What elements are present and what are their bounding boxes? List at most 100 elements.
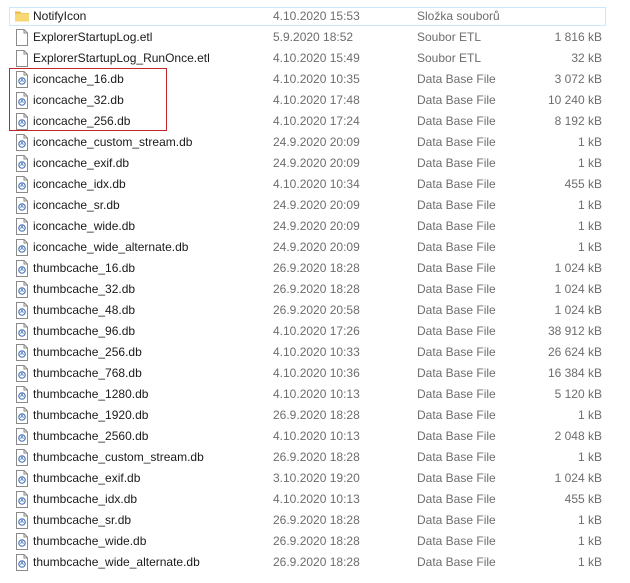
file-size: 3 072 kB xyxy=(554,72,602,86)
file-row[interactable]: iconcache_sr.db 24.9.2020 20:09 Data Bas… xyxy=(0,195,630,216)
file-name[interactable]: iconcache_custom_stream.db xyxy=(33,132,192,153)
file-type: Data Base File xyxy=(417,261,496,275)
database-file-icon xyxy=(14,323,30,340)
file-size: 5 120 kB xyxy=(554,387,602,401)
file-type: Data Base File xyxy=(417,240,496,254)
file-name[interactable]: thumbcache_16.db xyxy=(33,258,135,279)
file-row[interactable]: thumbcache_48.db 26.9.2020 20:58 Data Ba… xyxy=(0,300,630,321)
file-date-modified: 24.9.2020 20:09 xyxy=(273,198,360,212)
file-name[interactable]: iconcache_32.db xyxy=(33,90,124,111)
file-row[interactable]: NotifyIcon 4.10.2020 15:53 Složka soubor… xyxy=(0,6,630,27)
database-file-icon xyxy=(14,470,30,487)
file-name[interactable]: iconcache_16.db xyxy=(33,69,124,90)
file-row[interactable]: iconcache_custom_stream.db 24.9.2020 20:… xyxy=(0,132,630,153)
database-file-icon xyxy=(14,218,30,235)
file-row[interactable]: thumbcache_2560.db 4.10.2020 10:13 Data … xyxy=(0,426,630,447)
database-file-icon xyxy=(14,197,30,214)
file-size: 1 816 kB xyxy=(554,30,602,44)
database-file-icon xyxy=(14,386,30,403)
file-row[interactable]: ExplorerStartupLog.etl 5.9.2020 18:52 So… xyxy=(0,27,630,48)
file-name[interactable]: thumbcache_768.db xyxy=(33,363,142,384)
file-name[interactable]: thumbcache_1280.db xyxy=(33,384,148,405)
file-row[interactable]: iconcache_idx.db 4.10.2020 10:34 Data Ba… xyxy=(0,174,630,195)
file-row[interactable]: thumbcache_96.db 4.10.2020 17:26 Data Ba… xyxy=(0,321,630,342)
database-file-icon xyxy=(14,449,30,466)
file-size: 1 kB xyxy=(577,408,602,422)
file-name[interactable]: thumbcache_exif.db xyxy=(33,468,140,489)
file-size: 1 kB xyxy=(577,450,602,464)
file-name[interactable]: thumbcache_sr.db xyxy=(33,510,131,531)
file-name[interactable]: NotifyIcon xyxy=(33,6,86,27)
file-row[interactable]: thumbcache_wide_alternate.db 26.9.2020 1… xyxy=(0,552,630,573)
file-name[interactable]: iconcache_wide_alternate.db xyxy=(33,237,188,258)
file-date-modified: 4.10.2020 10:33 xyxy=(273,345,360,359)
file-type: Data Base File xyxy=(417,450,496,464)
file-row[interactable]: thumbcache_custom_stream.db 26.9.2020 18… xyxy=(0,447,630,468)
file-type: Data Base File xyxy=(417,492,496,506)
file-name[interactable]: thumbcache_idx.db xyxy=(33,489,137,510)
file-row[interactable]: thumbcache_32.db 26.9.2020 18:28 Data Ba… xyxy=(0,279,630,300)
file-size: 1 kB xyxy=(577,513,602,527)
file-name[interactable]: iconcache_exif.db xyxy=(33,153,129,174)
document-icon xyxy=(14,29,30,46)
file-name[interactable]: ExplorerStartupLog_RunOnce.etl xyxy=(33,48,210,69)
file-row[interactable]: thumbcache_16.db 26.9.2020 18:28 Data Ba… xyxy=(0,258,630,279)
file-row[interactable]: iconcache_256.db 4.10.2020 17:24 Data Ba… xyxy=(0,111,630,132)
file-size: 16 384 kB xyxy=(547,366,602,380)
file-name[interactable]: iconcache_idx.db xyxy=(33,174,126,195)
file-size: 1 kB xyxy=(577,555,602,569)
file-name[interactable]: iconcache_sr.db xyxy=(33,195,120,216)
file-name[interactable]: thumbcache_32.db xyxy=(33,279,135,300)
file-date-modified: 26.9.2020 18:28 xyxy=(273,261,360,275)
file-name[interactable]: thumbcache_custom_stream.db xyxy=(33,447,204,468)
file-size: 26 624 kB xyxy=(547,345,602,359)
file-name[interactable]: thumbcache_256.db xyxy=(33,342,142,363)
folder-icon xyxy=(14,8,30,25)
file-row[interactable]: ExplorerStartupLog_RunOnce.etl 4.10.2020… xyxy=(0,48,630,69)
file-row[interactable]: thumbcache_1280.db 4.10.2020 10:13 Data … xyxy=(0,384,630,405)
database-file-icon xyxy=(14,134,30,151)
file-date-modified: 4.10.2020 10:13 xyxy=(273,429,360,443)
file-row[interactable]: iconcache_exif.db 24.9.2020 20:09 Data B… xyxy=(0,153,630,174)
file-row[interactable]: thumbcache_256.db 4.10.2020 10:33 Data B… xyxy=(0,342,630,363)
file-size: 1 kB xyxy=(577,198,602,212)
file-row[interactable]: iconcache_wide.db 24.9.2020 20:09 Data B… xyxy=(0,216,630,237)
file-date-modified: 4.10.2020 17:26 xyxy=(273,324,360,338)
file-size: 1 024 kB xyxy=(554,261,602,275)
file-date-modified: 24.9.2020 20:09 xyxy=(273,135,360,149)
database-file-icon xyxy=(14,407,30,424)
file-row[interactable]: iconcache_32.db 4.10.2020 17:48 Data Bas… xyxy=(0,90,630,111)
file-row[interactable]: thumbcache_wide.db 26.9.2020 18:28 Data … xyxy=(0,531,630,552)
file-row[interactable]: thumbcache_1920.db 26.9.2020 18:28 Data … xyxy=(0,405,630,426)
database-file-icon xyxy=(14,176,30,193)
file-row[interactable]: iconcache_wide_alternate.db 24.9.2020 20… xyxy=(0,237,630,258)
file-type: Data Base File xyxy=(417,198,496,212)
database-file-icon xyxy=(14,512,30,529)
file-date-modified: 3.10.2020 19:20 xyxy=(273,471,360,485)
database-file-icon xyxy=(14,239,30,256)
file-row[interactable]: iconcache_16.db 4.10.2020 10:35 Data Bas… xyxy=(0,69,630,90)
file-row[interactable]: thumbcache_768.db 4.10.2020 10:36 Data B… xyxy=(0,363,630,384)
file-name[interactable]: thumbcache_48.db xyxy=(33,300,135,321)
file-row[interactable]: thumbcache_exif.db 3.10.2020 19:20 Data … xyxy=(0,468,630,489)
database-file-icon xyxy=(14,365,30,382)
file-size: 8 192 kB xyxy=(554,114,602,128)
database-file-icon xyxy=(14,491,30,508)
file-size: 32 kB xyxy=(571,51,602,65)
file-row[interactable]: thumbcache_sr.db 26.9.2020 18:28 Data Ba… xyxy=(0,510,630,531)
file-type: Data Base File xyxy=(417,282,496,296)
file-type: Data Base File xyxy=(417,513,496,527)
file-name[interactable]: iconcache_256.db xyxy=(33,111,130,132)
file-name[interactable]: thumbcache_96.db xyxy=(33,321,135,342)
file-name[interactable]: thumbcache_wide_alternate.db xyxy=(33,552,200,573)
file-name[interactable]: thumbcache_2560.db xyxy=(33,426,148,447)
file-date-modified: 26.9.2020 18:28 xyxy=(273,282,360,296)
database-file-icon xyxy=(14,302,30,319)
file-row[interactable]: thumbcache_idx.db 4.10.2020 10:13 Data B… xyxy=(0,489,630,510)
file-name[interactable]: thumbcache_wide.db xyxy=(33,531,146,552)
database-file-icon xyxy=(14,281,30,298)
file-type: Data Base File xyxy=(417,324,496,338)
file-name[interactable]: ExplorerStartupLog.etl xyxy=(33,27,152,48)
file-name[interactable]: iconcache_wide.db xyxy=(33,216,135,237)
file-name[interactable]: thumbcache_1920.db xyxy=(33,405,148,426)
